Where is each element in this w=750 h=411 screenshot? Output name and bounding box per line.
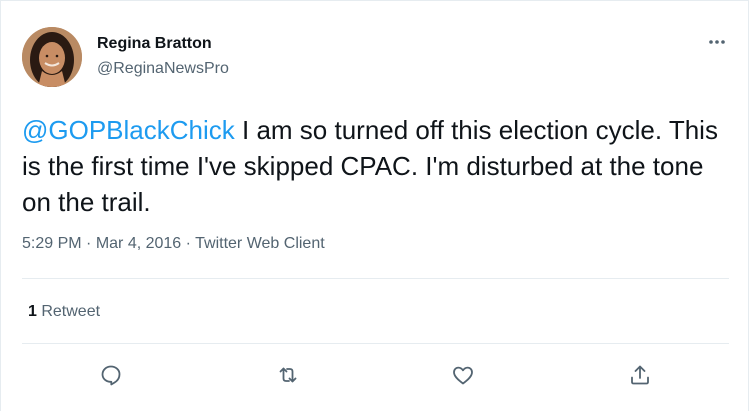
mention-link[interactable]: @GOPBlackChick xyxy=(22,115,235,145)
more-options-button[interactable] xyxy=(702,31,732,53)
author-display-name[interactable]: Regina Bratton xyxy=(97,35,212,53)
meta-separator: · xyxy=(81,235,96,252)
retweet-stats[interactable]: 1 Retweet xyxy=(28,303,100,321)
avatar[interactable] xyxy=(22,27,82,87)
author-handle[interactable]: @ReginaNewsPro xyxy=(97,60,229,78)
tweet-meta: 5:29 PM · Mar 4, 2016 · Twitter Web Clie… xyxy=(22,235,325,253)
heart-icon xyxy=(453,366,473,385)
tweet-source[interactable]: Twitter Web Client xyxy=(195,235,325,252)
retweet-icon xyxy=(279,367,297,383)
tweet-date[interactable]: Mar 4, 2016 xyxy=(96,235,181,252)
avatar-image xyxy=(22,27,82,87)
divider xyxy=(22,278,729,279)
retweet-button[interactable] xyxy=(271,358,305,392)
tweet-text: @GOPBlackChick I am so turned off this e… xyxy=(22,112,732,220)
tweet-time[interactable]: 5:29 PM xyxy=(22,235,82,252)
divider xyxy=(22,343,729,344)
retweet-count: 1 xyxy=(28,303,37,320)
like-button[interactable] xyxy=(446,358,480,392)
reply-icon xyxy=(101,365,121,386)
tweet-card: Regina Bratton @ReginaNewsPro @GOPBlackC… xyxy=(0,0,749,411)
meta-separator: · xyxy=(181,235,196,252)
reply-button[interactable] xyxy=(94,358,128,392)
more-horizontal-icon xyxy=(709,40,725,44)
retweet-label: Retweet xyxy=(36,303,101,320)
action-bar xyxy=(1,358,750,392)
share-icon xyxy=(631,365,649,385)
share-button[interactable] xyxy=(623,358,657,392)
